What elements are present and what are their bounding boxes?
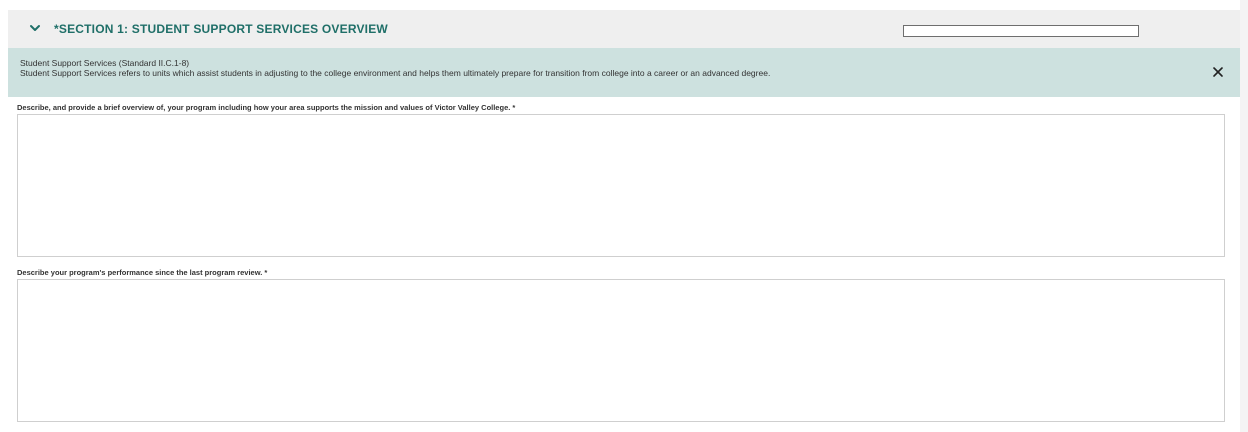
banner-description: Student Support Services refers to units… (20, 68, 771, 78)
banner-heading: Student Support Services (Standard II.C.… (20, 58, 190, 68)
question-label-mission-overview: Describe, and provide a brief overview o… (17, 103, 516, 112)
chevron-down-icon[interactable] (29, 22, 41, 34)
program-performance-textarea[interactable] (17, 279, 1225, 422)
section-title: *SECTION 1: STUDENT SUPPORT SERVICES OVE… (54, 22, 388, 36)
mission-overview-textarea[interactable] (17, 114, 1225, 257)
section-header-field[interactable] (903, 25, 1139, 37)
info-banner: Student Support Services (Standard II.C.… (8, 48, 1240, 97)
close-icon[interactable] (1212, 66, 1224, 78)
question-label-program-performance: Describe your program's performance sinc… (17, 268, 268, 277)
program-review-page: *SECTION 1: STUDENT SUPPORT SERVICES OVE… (0, 0, 1248, 432)
section-header[interactable]: *SECTION 1: STUDENT SUPPORT SERVICES OVE… (8, 10, 1240, 48)
page-scrollbar[interactable] (1240, 0, 1248, 432)
